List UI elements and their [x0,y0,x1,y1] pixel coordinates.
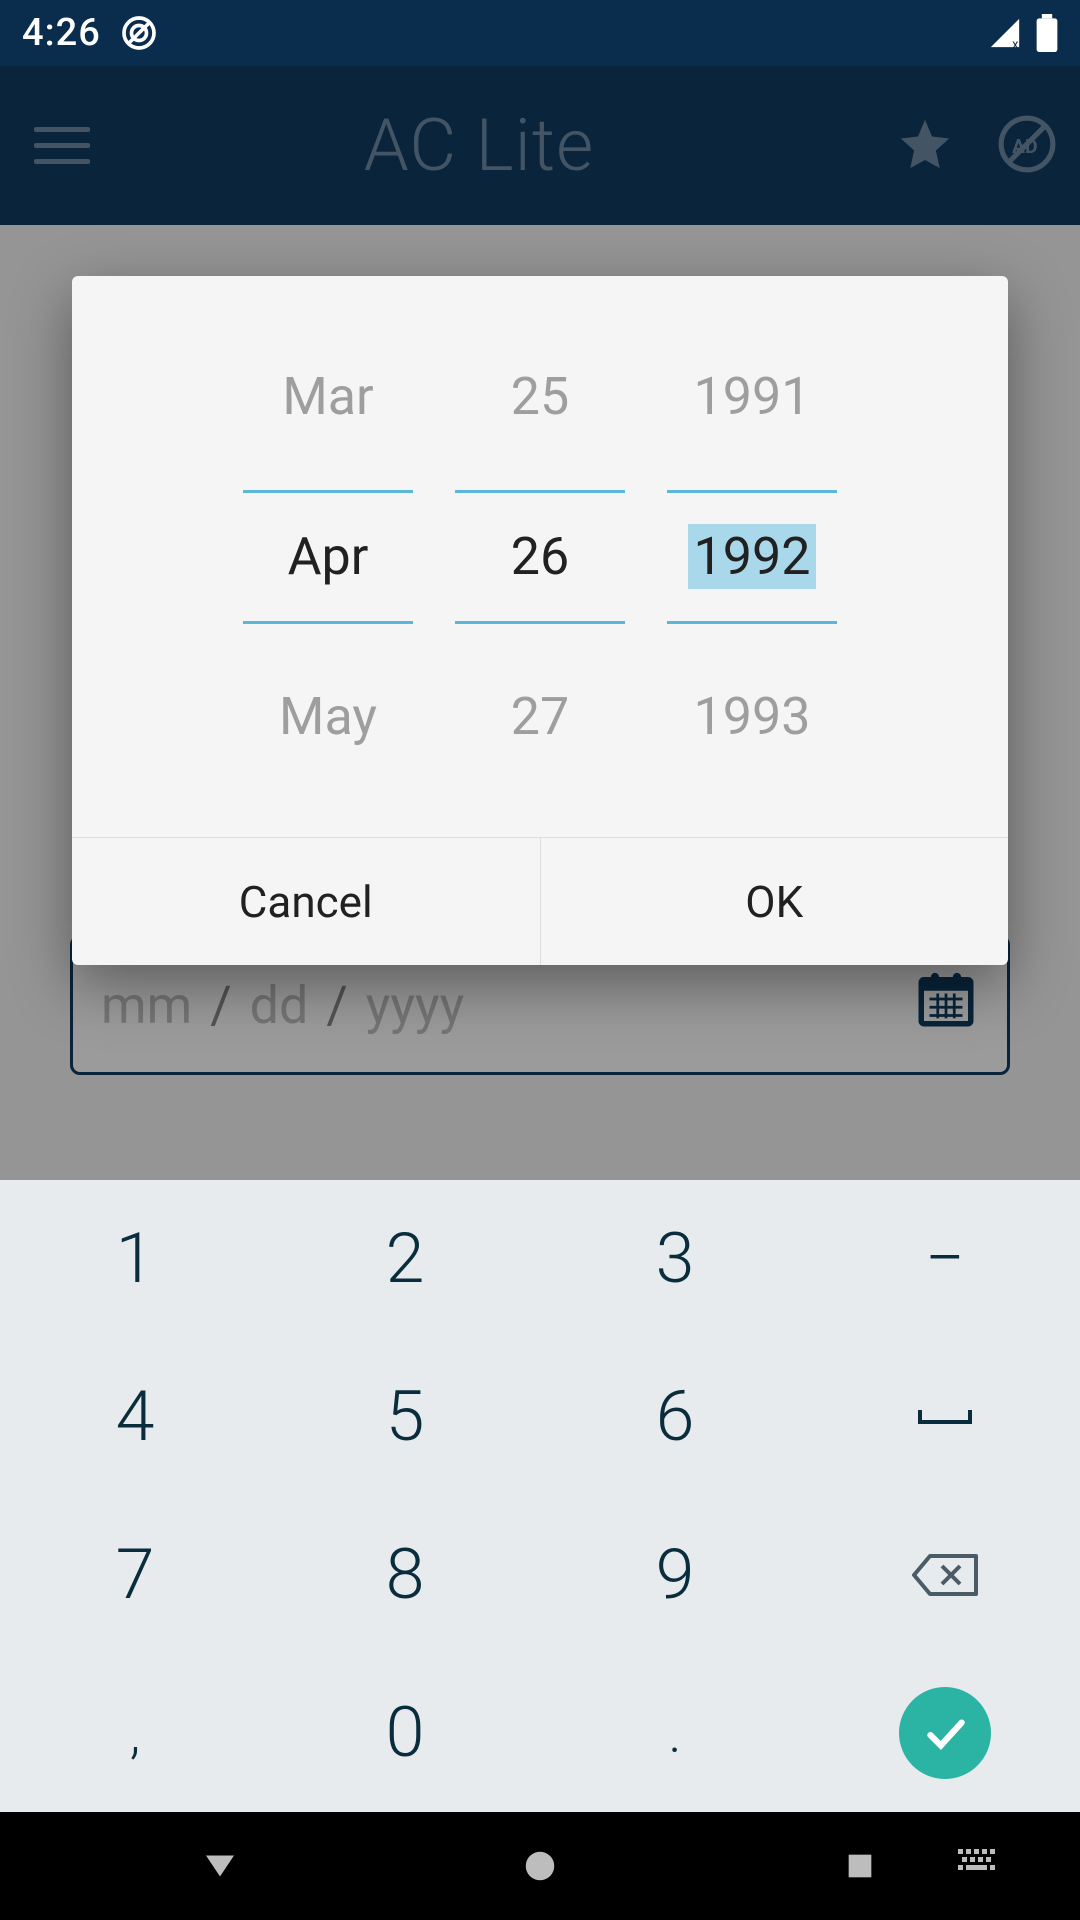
key-dash[interactable]: − [810,1180,1080,1338]
year-next[interactable]: 1993 [694,637,811,797]
key-dot[interactable]: . [540,1654,810,1812]
svg-text:x: x [1012,38,1019,50]
ok-button[interactable]: OK [541,838,1009,965]
key-6[interactable]: 6 [540,1338,810,1496]
year-wheel[interactable]: 1991 1992 1993 [646,317,858,797]
key-3[interactable]: 3 [540,1180,810,1338]
month-selected: Apr [243,490,413,624]
signal-icon: x [988,16,1022,50]
key-7[interactable]: 7 [0,1496,270,1654]
year-selected: 1992 [667,490,837,624]
numeric-keyboard: 1 2 3 − 4 5 6 7 8 9 , 0 . [0,1180,1080,1812]
nav-home-button[interactable] [480,1847,600,1885]
date-picker-dialog: Mar Apr May 25 26 27 1991 1992 1993 Canc… [72,276,1008,965]
key-0[interactable]: 0 [270,1654,540,1812]
key-1[interactable]: 1 [0,1180,270,1338]
key-2[interactable]: 2 [270,1180,540,1338]
key-4[interactable]: 4 [0,1338,270,1496]
dnd-icon [119,13,159,53]
key-space[interactable] [810,1338,1080,1496]
year-prev[interactable]: 1991 [694,317,811,477]
status-left: 4:26 [22,11,159,55]
key-9[interactable]: 9 [540,1496,810,1654]
nav-keyboard-switch[interactable] [920,1849,1040,1883]
nav-back-button[interactable] [160,1845,280,1887]
month-next[interactable]: May [279,637,377,797]
clock-text: 4:26 [22,11,101,55]
day-wheel[interactable]: 25 26 27 [434,317,646,797]
nav-recent-button[interactable] [800,1849,920,1883]
cancel-button[interactable]: Cancel [72,838,541,965]
key-enter[interactable] [810,1654,1080,1812]
key-comma[interactable]: , [0,1654,270,1812]
checkmark-icon [899,1687,991,1779]
key-backspace[interactable] [810,1496,1080,1654]
day-prev[interactable]: 25 [511,317,569,477]
date-picker-wheels: Mar Apr May 25 26 27 1991 1992 1993 [72,276,1008,837]
dialog-actions: Cancel OK [72,837,1008,965]
month-prev[interactable]: Mar [282,317,373,477]
key-5[interactable]: 5 [270,1338,540,1496]
status-right: x [988,14,1058,52]
battery-icon [1036,14,1058,52]
day-selected: 26 [455,490,625,624]
key-8[interactable]: 8 [270,1496,540,1654]
day-next[interactable]: 27 [511,637,569,797]
month-wheel[interactable]: Mar Apr May [222,317,434,797]
status-bar: 4:26 x [0,0,1080,66]
system-nav-bar [0,1812,1080,1920]
